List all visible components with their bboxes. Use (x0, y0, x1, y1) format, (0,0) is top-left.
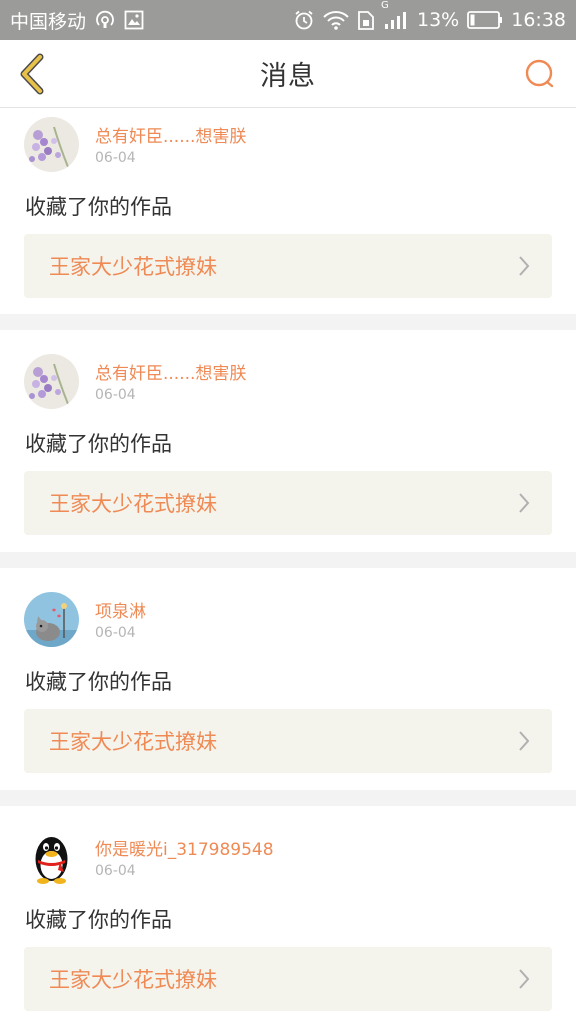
carrier-name: 中国移动 (10, 10, 87, 33)
avatar[interactable] (24, 117, 79, 172)
lavender-flower-icon (24, 354, 79, 409)
message-date: 06-04 (95, 150, 136, 166)
search-button[interactable] (520, 54, 560, 94)
message-action: 收藏了你的作品 (25, 432, 172, 456)
alarm-icon (293, 9, 315, 31)
message-date: 06-04 (95, 625, 136, 641)
user-name[interactable]: 总有奸臣......想害朕 (95, 359, 246, 384)
work-title: 王家大少花式撩妹 (49, 255, 217, 279)
chevron-right-icon (518, 968, 530, 990)
list-item: 总有奸臣......想害朕 06-04 收藏了你的作品 王家大少花式撩妹 (0, 330, 576, 552)
page-title: 消息 (260, 61, 316, 92)
hotspot-icon (94, 10, 116, 30)
cartoon-cat-icon (24, 592, 79, 647)
battery-percent: 13% (417, 9, 460, 31)
divider (0, 790, 576, 806)
status-bar: 中国移动 G 13% 16:38 (0, 0, 576, 40)
message-action: 收藏了你的作品 (25, 670, 172, 694)
avatar[interactable] (24, 592, 79, 647)
message-date: 06-04 (95, 387, 136, 403)
message-action: 收藏了你的作品 (25, 195, 172, 219)
work-link[interactable]: 王家大少花式撩妹 (24, 471, 552, 535)
divider (0, 552, 576, 568)
list-item: 总有奸臣......想害朕 06-04 收藏了你的作品 王家大少花式撩妹 (0, 108, 576, 330)
sim-card-icon (357, 9, 375, 31)
message-action: 收藏了你的作品 (25, 908, 172, 932)
work-title: 王家大少花式撩妹 (49, 968, 217, 992)
work-title: 王家大少花式撩妹 (49, 730, 217, 754)
chevron-right-icon (518, 255, 530, 277)
chevron-right-icon (518, 730, 530, 752)
chevron-right-icon (518, 492, 530, 514)
avatar[interactable] (24, 830, 79, 885)
lavender-flower-icon (24, 117, 79, 172)
battery-icon (467, 10, 503, 30)
search-icon (524, 58, 556, 90)
list-item: 项泉淋 06-04 收藏了你的作品 王家大少花式撩妹 (0, 568, 576, 790)
user-name[interactable]: 项泉淋 (95, 597, 146, 622)
divider (0, 314, 576, 330)
back-button[interactable] (12, 52, 52, 96)
image-notification-icon (124, 10, 144, 30)
nav-bar: 消息 (0, 40, 576, 108)
wifi-icon (323, 10, 349, 30)
work-link[interactable]: 王家大少花式撩妹 (24, 947, 552, 1011)
list-item: 你是暖光i_317989548 06-04 收藏了你的作品 王家大少花式撩妹 (0, 806, 576, 1024)
work-title: 王家大少花式撩妹 (49, 492, 217, 516)
work-link[interactable]: 王家大少花式撩妹 (24, 709, 552, 773)
clock-time: 16:38 (511, 9, 566, 31)
message-date: 06-04 (95, 863, 136, 879)
user-name[interactable]: 你是暖光i_317989548 (95, 835, 274, 860)
work-link[interactable]: 王家大少花式撩妹 (24, 234, 552, 298)
chevron-left-icon (18, 53, 46, 95)
avatar[interactable] (24, 354, 79, 409)
signal-icon: G (381, 0, 409, 30)
qq-penguin-icon (24, 830, 79, 885)
user-name[interactable]: 总有奸臣......想害朕 (95, 122, 246, 147)
network-type-label: G (381, 0, 389, 11)
